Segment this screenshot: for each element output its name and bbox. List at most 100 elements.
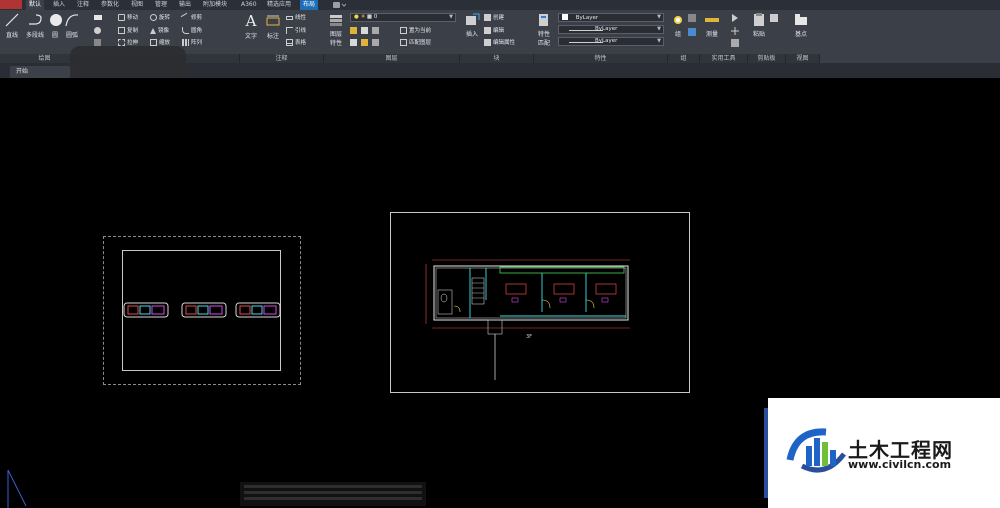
arc-tool-button[interactable]: 圆弧 — [64, 12, 80, 39]
point-icon[interactable] — [730, 26, 740, 38]
tab-parametric[interactable]: 参数化 — [98, 0, 122, 10]
fillet-button[interactable]: 圆角 — [182, 26, 202, 36]
insert-block-button[interactable]: 插入 — [462, 13, 482, 38]
copy-icon — [118, 27, 125, 34]
edit-block-button[interactable]: 编辑 — [484, 26, 504, 36]
line-tool-button[interactable]: 直线 — [3, 12, 21, 39]
group-label: 组 — [674, 31, 681, 38]
edit-attributes-button[interactable]: 编辑属性 — [484, 38, 515, 48]
tab-view[interactable]: 视图 — [128, 0, 146, 10]
current-layer-value: 0 — [373, 14, 378, 20]
circle-tool-button[interactable]: 圆 — [48, 12, 62, 39]
layer-properties-label-1: 图层 — [329, 31, 342, 38]
polyline-icon — [29, 14, 42, 25]
paste-button[interactable]: 粘贴 — [750, 13, 768, 38]
create-block-button[interactable]: 创建 — [484, 13, 504, 23]
groups-panel-title[interactable]: 组 — [668, 54, 700, 63]
color-swatch-icon — [562, 14, 568, 20]
layer-dropdown[interactable]: ● ✳ ■ 0 ▼ — [350, 13, 456, 22]
properties-panel-title[interactable]: 特性 — [534, 54, 668, 63]
layer-tools-row-1[interactable] — [350, 26, 381, 36]
quick-select-icon[interactable] — [730, 13, 740, 25]
chevron-down-icon: ▼ — [657, 38, 661, 44]
region-icon — [94, 39, 101, 46]
measure-icon — [705, 18, 719, 22]
match-properties-button[interactable]: 特性 匹配 — [534, 13, 554, 47]
mini-plan-3 — [235, 302, 281, 318]
text-button[interactable]: A 文字 — [242, 13, 260, 40]
tab-insert[interactable]: 插入 — [50, 0, 68, 10]
cut-icon[interactable] — [770, 14, 778, 24]
rotate-button[interactable]: 旋转 — [150, 13, 170, 23]
paste-icon — [754, 13, 764, 26]
tab-manage[interactable]: 管理 — [152, 0, 170, 10]
layer-lock-icon — [360, 39, 368, 46]
tab-addins[interactable]: 附加模块 — [200, 0, 230, 10]
move-button[interactable]: 移动 — [118, 13, 138, 23]
layer-properties-button[interactable]: 图层 特性 — [326, 13, 346, 47]
scale-icon — [150, 39, 157, 46]
layer-off-icon — [371, 27, 379, 34]
color-dropdown[interactable]: ByLayer ▼ — [558, 13, 664, 22]
hatch-tool-button[interactable] — [94, 26, 103, 36]
set-current-button[interactable]: 置为当前 — [400, 26, 431, 36]
rect-tool-button[interactable] — [94, 13, 104, 23]
insert-block-icon — [466, 13, 480, 25]
view-panel-title[interactable]: 视图 — [786, 54, 820, 63]
circle-label: 圆 — [51, 32, 58, 39]
watermark-url: www.civilcn.com — [848, 458, 952, 471]
chevron-down-icon: ▼ — [657, 26, 661, 32]
line-icon — [5, 13, 19, 27]
tab-output[interactable]: 输出 — [176, 0, 194, 10]
tab-layout[interactable]: 布局 — [300, 0, 319, 10]
tab-a360[interactable]: A360 — [238, 0, 260, 10]
ungroup-icon[interactable] — [688, 14, 696, 24]
layers-panel-title[interactable]: 图层 — [324, 54, 460, 63]
tab-default[interactable]: 默认 — [26, 0, 45, 10]
clipboard-panel-title[interactable]: 剪贴板 — [748, 54, 786, 63]
annotation-panel-title[interactable]: 注释 — [240, 54, 324, 63]
table-icon — [286, 39, 293, 46]
match-properties-label-1: 特性 — [537, 31, 550, 38]
match-layer-icon — [400, 39, 407, 46]
copy-button[interactable]: 复制 — [118, 26, 138, 36]
linetype-dropdown[interactable]: ByLayer ▼ — [558, 25, 664, 34]
base-view-label: 基点 — [794, 31, 807, 38]
ucs-icon — [7, 469, 27, 508]
edit-block-icon — [484, 27, 491, 34]
trim-button[interactable]: 修剪 — [180, 12, 202, 23]
table-button[interactable]: 表格 — [286, 38, 306, 48]
tab-annotate[interactable]: 注释 — [74, 0, 92, 10]
edit-attributes-icon — [484, 39, 491, 46]
measure-button[interactable]: 测量 — [702, 13, 722, 38]
layer-isolate-icon — [360, 27, 368, 34]
line-label: 直线 — [5, 32, 18, 39]
linear-dim-button[interactable]: 线性 — [286, 13, 306, 23]
layer-tools-row-2[interactable] — [350, 38, 381, 48]
array-button[interactable]: 阵列 — [182, 38, 202, 48]
block-panel-title[interactable]: 块 — [460, 54, 534, 63]
application-menu-button[interactable] — [0, 0, 22, 9]
tab-featured-apps[interactable]: 精选应用 — [264, 0, 294, 10]
dimension-button[interactable]: 标注 — [264, 13, 282, 40]
circle-icon — [50, 14, 62, 26]
layer-walk-icon — [371, 39, 379, 46]
array-icon — [182, 39, 189, 46]
group-button[interactable]: 组 — [670, 13, 686, 38]
lineweight-dropdown[interactable]: ByLayer ▼ — [558, 37, 664, 46]
leader-button[interactable]: 引线 — [286, 26, 306, 36]
move-icon — [118, 14, 125, 21]
base-view-button[interactable]: 基点 — [790, 13, 812, 38]
mirror-button[interactable]: 镜像 — [150, 26, 169, 36]
command-line[interactable] — [240, 482, 426, 506]
polyline-tool-button[interactable]: 多段线 — [22, 12, 48, 39]
paste-label: 粘贴 — [752, 31, 765, 38]
utilities-panel-title[interactable]: 实用工具 — [700, 54, 748, 63]
match-properties-icon — [539, 14, 548, 26]
watermark-panel: 土木工程网 www.civilcn.com — [768, 398, 1000, 508]
calculator-icon[interactable] — [730, 38, 740, 50]
group-edit-icon[interactable] — [688, 28, 696, 38]
match-layer-button[interactable]: 匹配图层 — [400, 38, 431, 48]
layer-state-icon — [350, 27, 357, 34]
base-view-icon — [795, 14, 807, 25]
